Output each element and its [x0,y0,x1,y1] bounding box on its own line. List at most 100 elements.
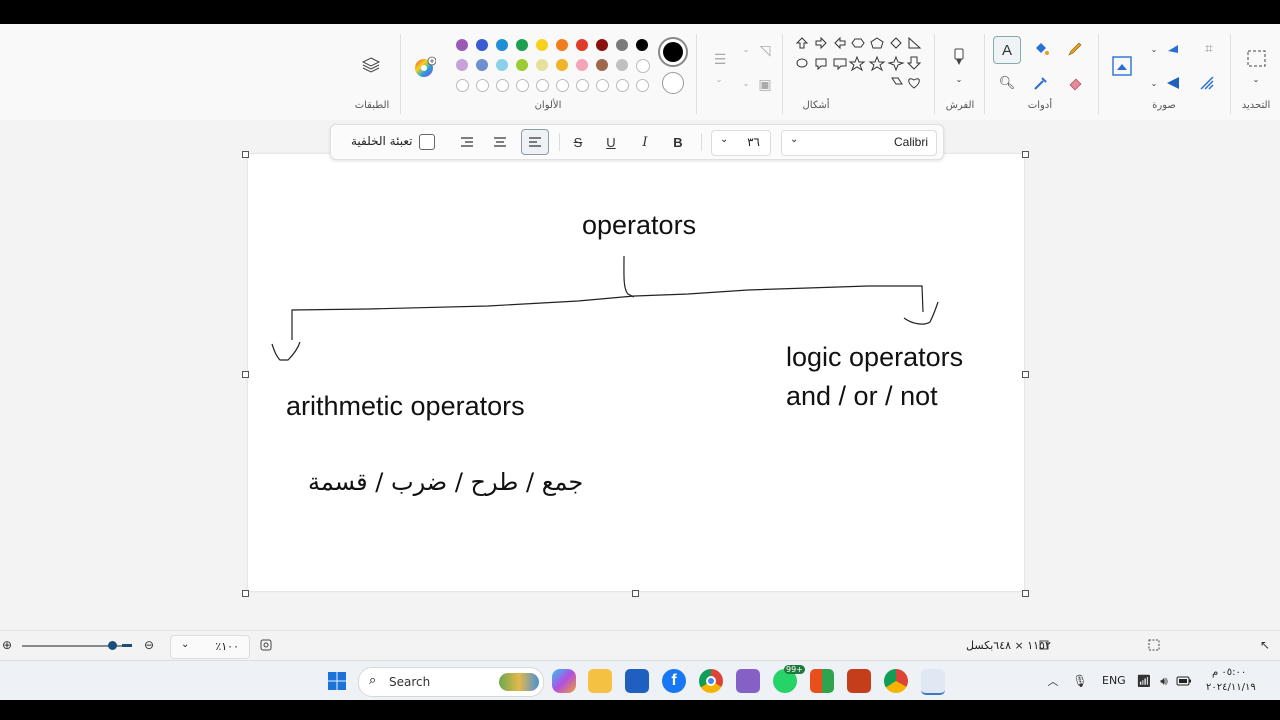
custom-color-slot[interactable] [636,79,649,92]
windows-start-icon[interactable] [326,670,348,692]
custom-color-slot[interactable] [496,79,509,92]
color-swatch[interactable] [516,59,528,71]
color-swatch[interactable] [556,59,568,71]
color-swatch[interactable] [636,59,650,73]
resize-icon[interactable] [1198,74,1216,92]
align-right-button[interactable] [455,132,479,152]
active-color-primary[interactable] [658,37,688,67]
magnifier-icon[interactable]: 🔍︎ [998,74,1016,92]
color-swatch[interactable] [616,59,628,71]
wifi-icon[interactable]: 📶︎ [1136,673,1152,689]
bold-button[interactable]: B [666,132,690,152]
color-picker-icon[interactable] [1032,74,1050,92]
resize-handle-ml[interactable] [242,371,249,378]
file-explorer-icon[interactable] [588,669,612,693]
battery-icon[interactable] [1176,673,1192,689]
brush-icon[interactable] [948,46,970,68]
eraser-icon[interactable] [1066,74,1084,92]
chevron-down-icon[interactable]: ⌄ [740,78,752,88]
zoom-slider[interactable] [22,641,132,650]
layers-stack-disabled-icon[interactable]: ☰ [708,50,732,70]
custom-color-slot[interactable] [616,79,629,92]
background-fill-checkbox[interactable] [419,134,435,150]
custom-color-slot[interactable] [576,79,589,92]
text-tool-icon[interactable]: A [993,36,1021,64]
pencil-icon[interactable] [1066,40,1084,58]
color-swatch[interactable] [536,39,548,51]
chevron-down-icon[interactable]: ⌄ [1250,74,1262,84]
custom-color-slot[interactable] [536,79,549,92]
powerpoint-icon[interactable] [847,669,871,693]
align-left-button[interactable] [521,129,549,155]
chevron-down-icon[interactable]: ⌄ [713,74,725,84]
rotate-icon[interactable] [1164,40,1182,58]
color-swatch[interactable] [556,39,568,51]
chevron-down-icon[interactable]: ⌄ [953,74,965,84]
color-swatch[interactable] [636,39,648,51]
crop-icon[interactable]: ⌗ [1200,40,1218,58]
color-swatch[interactable] [476,39,488,51]
visual-studio-icon[interactable] [736,669,760,693]
store-icon[interactable] [625,669,649,693]
color-swatch[interactable] [576,59,588,71]
zoom-level-dropdown[interactable]: ⌄ ٪١٠٠ [170,635,250,659]
color-swatch[interactable] [496,59,508,71]
office-app-icon[interactable] [810,669,834,693]
image-select-icon[interactable] [1110,54,1134,78]
custom-color-slot[interactable] [456,79,469,92]
clock-time[interactable]: ٠٥:٠٠ م [1212,667,1246,678]
color-swatch[interactable] [456,59,468,71]
chevron-down-icon[interactable]: ⌄ [1148,44,1160,54]
resize-handle-br[interactable] [1022,590,1029,597]
strikethrough-button[interactable]: S [566,132,590,152]
color-swatch[interactable] [596,39,608,51]
color-swatch[interactable] [536,59,548,71]
align-center-button[interactable] [488,132,512,152]
underline-button[interactable]: U [599,132,623,152]
volume-icon[interactable]: 🔊︎ [1156,673,1172,689]
facebook-icon[interactable]: f [662,669,686,693]
custom-color-slot[interactable] [476,79,489,92]
custom-color-slot[interactable] [556,79,569,92]
color-swatch[interactable] [476,59,488,71]
zoom-in-icon[interactable]: ⊕ [0,637,14,653]
custom-color-slot[interactable] [596,79,609,92]
custom-color-slot[interactable] [516,79,529,92]
shape-fill-icon[interactable]: ▣ [756,76,774,94]
resize-handle-bl[interactable] [242,590,249,597]
taskbar-search-box[interactable]: ⌕ Search [358,667,544,697]
chrome-icon[interactable] [699,669,723,693]
resize-handle-tl[interactable] [242,151,249,158]
color-swatch[interactable] [496,39,508,51]
color-swatch[interactable] [516,39,528,51]
input-language[interactable]: ENG [1102,674,1126,687]
chevron-down-icon[interactable]: ⌄ [740,44,752,54]
font-size-dropdown[interactable]: ⌄ ٣٦ [711,130,771,156]
paint-app-icon[interactable] [921,669,945,695]
color-swatch[interactable] [596,59,608,71]
active-color-secondary[interactable] [662,72,684,94]
edit-colors-icon[interactable] [414,56,436,78]
chrome-profile-icon[interactable] [884,669,908,693]
fill-bucket-icon[interactable] [1032,40,1050,58]
select-rectangle-icon[interactable] [1244,46,1270,72]
color-swatch[interactable] [456,39,468,51]
drawing-canvas[interactable]: operators arithmetic operators logic ope… [248,154,1024,591]
font-family-dropdown[interactable]: ⌄ Calibri [781,130,937,156]
zoom-out-icon[interactable]: ⊖ [142,637,156,653]
fit-to-window-icon[interactable] [258,637,274,653]
zoom-slider-thumb[interactable] [108,641,117,650]
resize-handle-bm[interactable] [632,590,639,597]
clock-date[interactable]: ٢٠٢٤/١١/١٩ [1206,682,1256,693]
resize-handle-mr[interactable] [1022,371,1029,378]
color-swatch[interactable] [616,39,628,51]
chevron-up-icon[interactable]: ︿ [1046,673,1060,689]
color-swatch[interactable] [576,39,588,51]
italic-button[interactable]: I [633,132,657,152]
chevron-down-icon[interactable]: ⌄ [1148,78,1160,88]
layers-icon[interactable] [360,54,382,76]
resize-handle-tr[interactable] [1022,151,1029,158]
flip-icon[interactable] [1164,74,1182,92]
copilot-icon[interactable] [552,669,576,693]
shape-outline-icon[interactable]: ◹ [756,42,774,60]
